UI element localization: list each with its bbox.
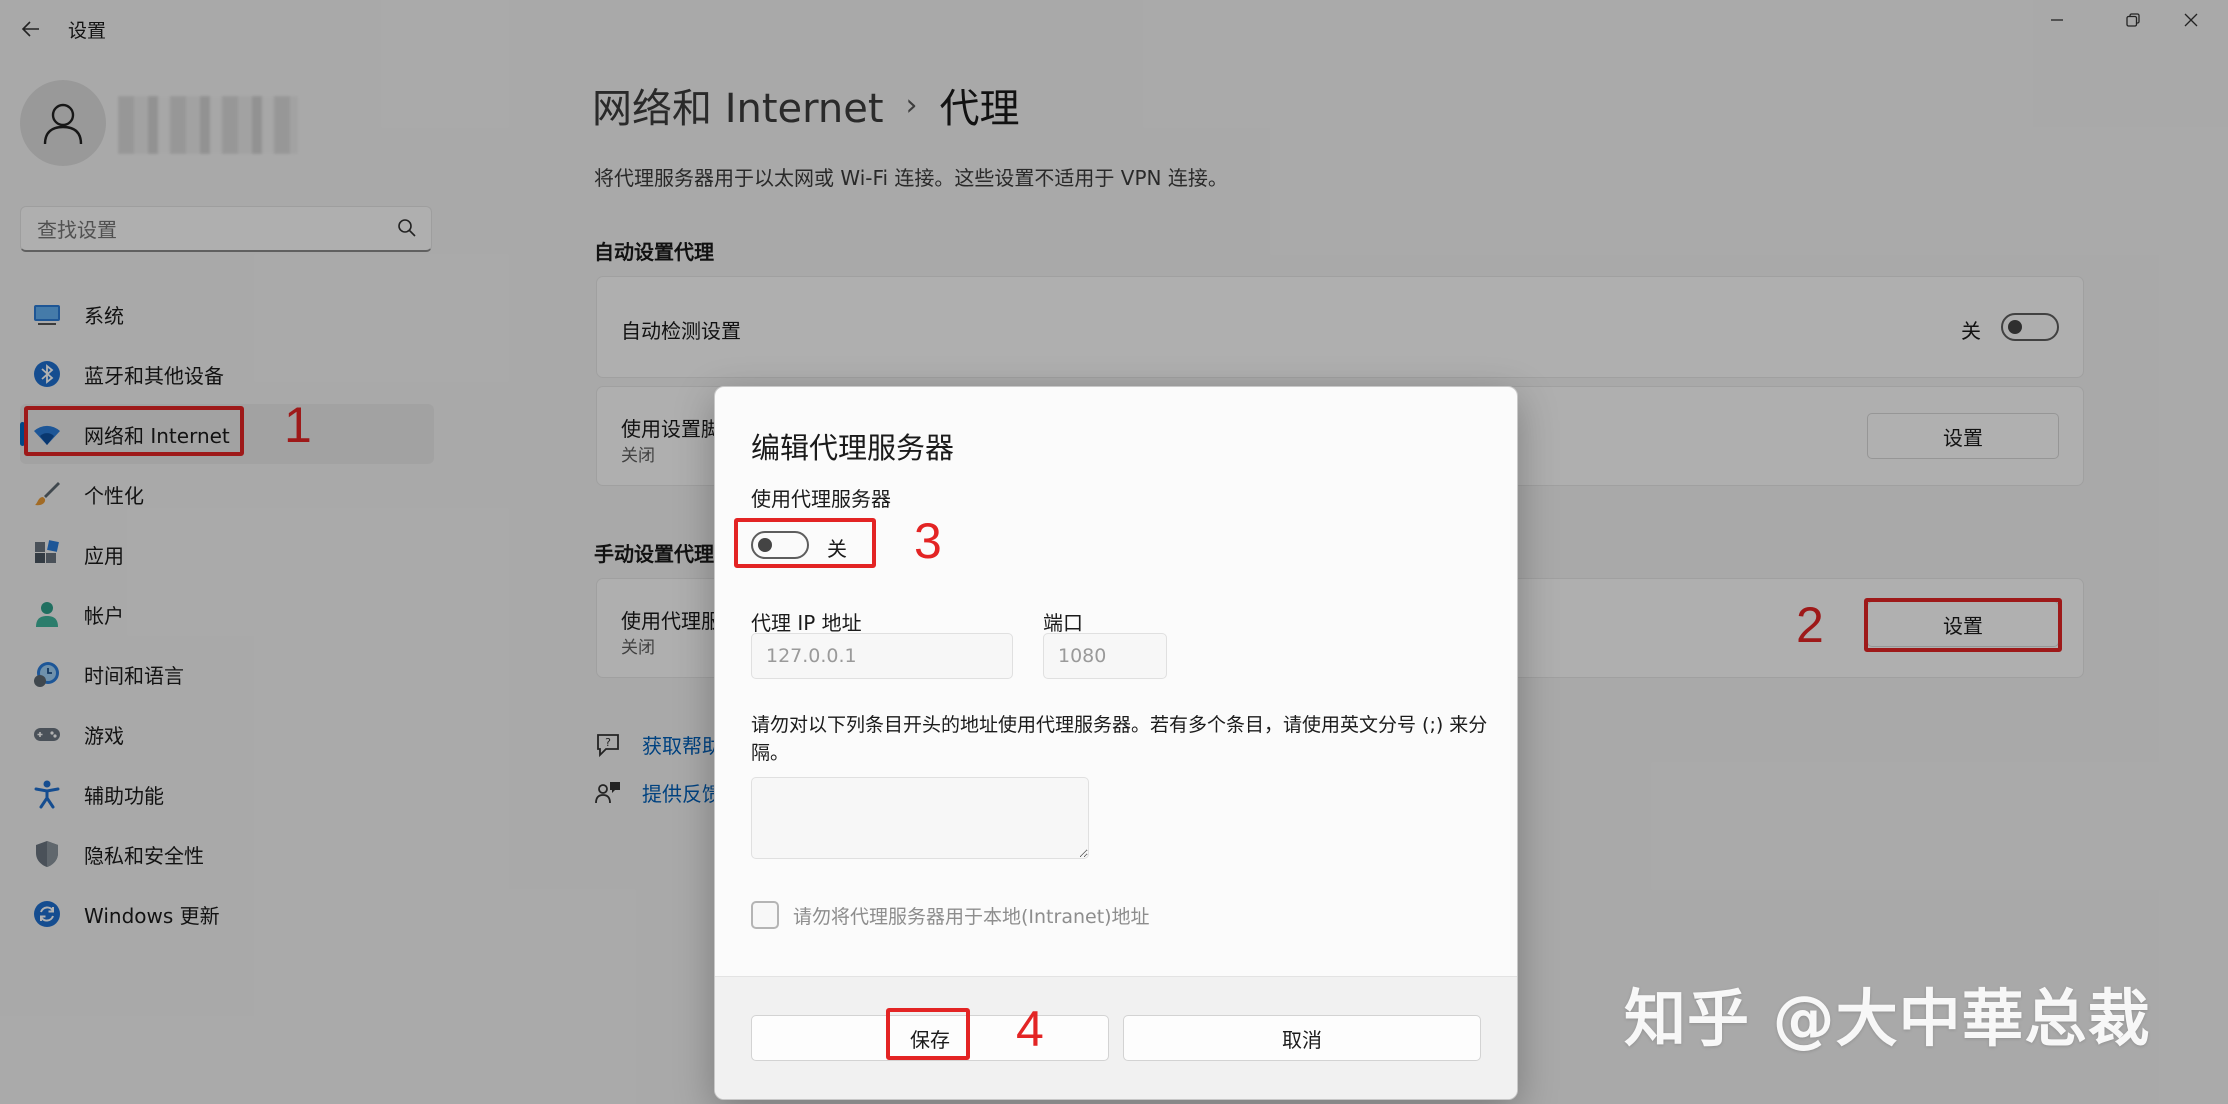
proxy-ip-label: 代理 IP 地址 [751, 611, 862, 635]
proxy-ip-input[interactable] [751, 633, 1013, 679]
dialog-title: 编辑代理服务器 [751, 431, 955, 465]
cancel-button[interactable]: 取消 [1123, 1015, 1481, 1061]
dialog-footer: 保存 取消 [715, 976, 1517, 1099]
save-button[interactable]: 保存 [751, 1015, 1109, 1061]
use-proxy-label: 使用代理服务器 [751, 487, 891, 511]
port-label: 端口 [1043, 611, 1083, 635]
toggle-knob [758, 538, 772, 552]
annotation-number-3: 3 [914, 513, 942, 569]
local-address-checkbox[interactable] [751, 901, 779, 929]
settings-window: 设置 系统 蓝牙和其他设备 网络和 Internet [0, 0, 2228, 1104]
port-input[interactable] [1043, 633, 1167, 679]
exceptions-textarea[interactable] [751, 777, 1089, 859]
annotation-number-4: 4 [1016, 1001, 1044, 1057]
edit-proxy-dialog: 编辑代理服务器 使用代理服务器 关 代理 IP 地址 端口 请勿对以下列条目开头… [714, 386, 1518, 1100]
use-proxy-toggle[interactable] [751, 531, 809, 559]
watermark: 知乎 @大中華总裁 [1624, 982, 2151, 1055]
local-address-label: 请勿将代理服务器用于本地(Intranet)地址 [793, 906, 1150, 928]
exceptions-description: 请勿对以下列条目开头的地址使用代理服务器。若有多个条目，请使用英文分号 (;) … [751, 714, 1488, 764]
use-proxy-state: 关 [827, 537, 847, 561]
